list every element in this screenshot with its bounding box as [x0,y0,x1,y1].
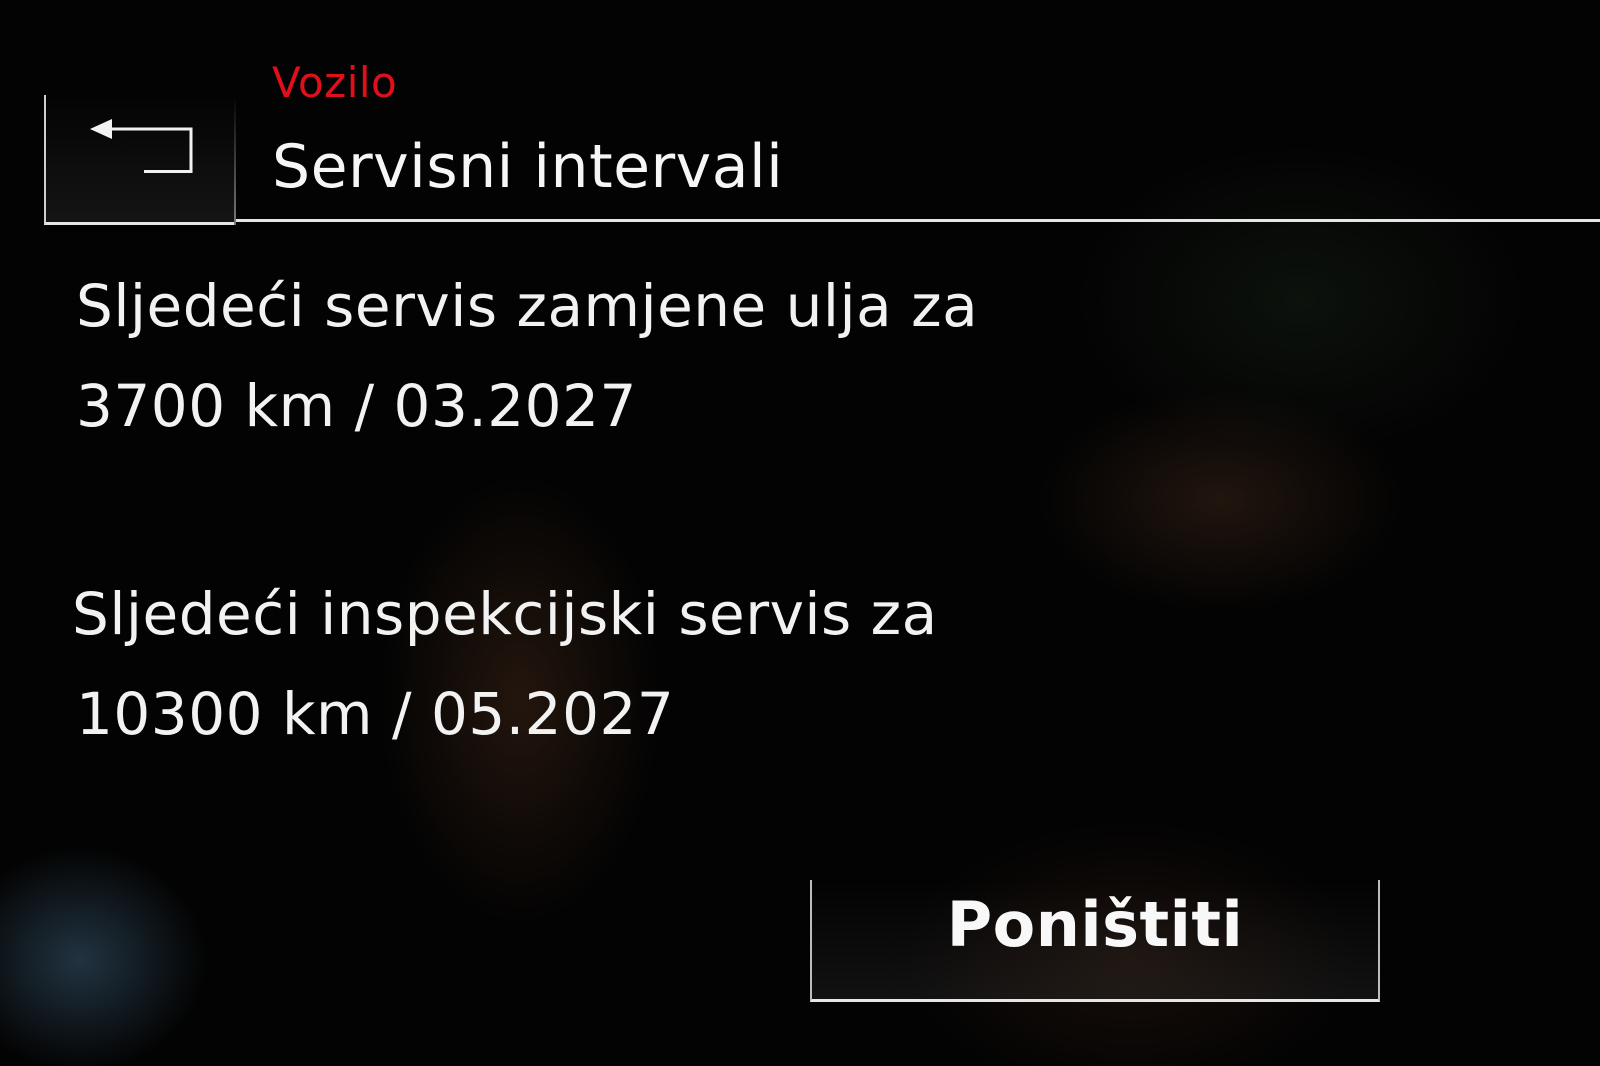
reset-button[interactable]: Poništiti [810,880,1380,1002]
back-button[interactable] [44,95,234,225]
inspection-service-value: 10300 km / 05.2027 [76,680,675,748]
header-divider [234,95,236,225]
breadcrumb: Vozilo [272,58,398,107]
service-intervals-screen: Vozilo Servisni intervali Sljedeći servi… [0,0,1600,1066]
oil-service-value: 3700 km / 03.2027 [76,372,637,440]
header-underline [236,219,1600,222]
oil-service-label: Sljedeći servis zamjene ulja za [76,272,979,340]
page-title: Servisni intervali [272,132,784,202]
inspection-service-label: Sljedeći inspekcijski servis za [72,580,938,648]
reset-button-label: Poništiti [946,888,1244,961]
